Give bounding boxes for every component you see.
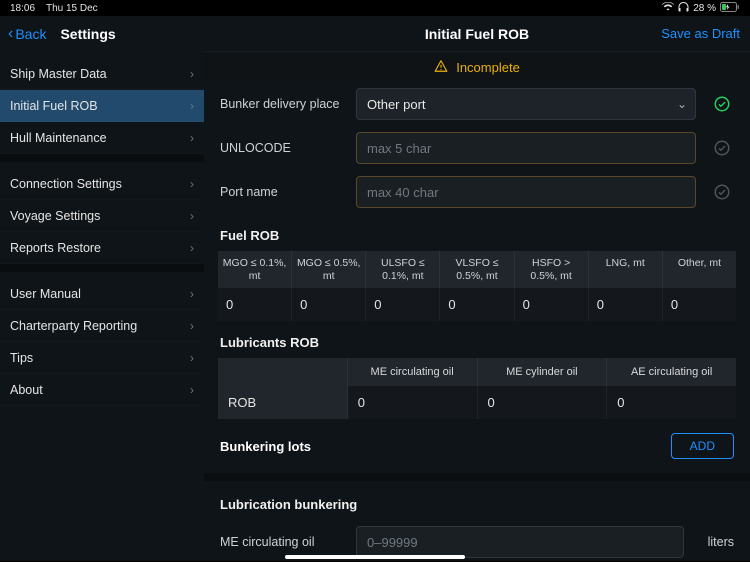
sidebar-item-label: Voyage Settings <box>10 209 100 223</box>
lub-col-header: ME circulating oil <box>348 358 478 386</box>
battery-percent: 28 % <box>693 3 716 14</box>
portname-label: Port name <box>220 185 342 199</box>
status-text: Incomplete <box>456 60 520 75</box>
bunker-place-value: Other port <box>367 97 426 112</box>
fuel-cell[interactable]: 0 <box>366 288 440 321</box>
lub-cell[interactable]: 0 <box>348 386 478 419</box>
empty-check-icon <box>710 139 734 157</box>
me-circ-oil-unit: liters <box>708 535 734 549</box>
me-circ-oil-placeholder: 0–99999 <box>367 535 418 550</box>
sidebar-item-charterparty-reporting[interactable]: Charterparty Reporting › <box>0 310 204 342</box>
chevron-right-icon: › <box>190 383 194 397</box>
sidebar-item-label: About <box>10 383 43 397</box>
fuel-cell[interactable]: 0 <box>589 288 663 321</box>
warning-icon <box>434 59 448 76</box>
fuel-cell[interactable]: 0 <box>292 288 366 321</box>
fuel-col-header: Other, mt <box>663 251 736 288</box>
sidebar-item-label: Reports Restore <box>10 241 101 255</box>
fuel-cell[interactable]: 0 <box>515 288 589 321</box>
lub-empty-header <box>218 358 348 386</box>
chevron-down-icon: ⌄ <box>677 97 687 111</box>
sidebar-item-label: Hull Maintenance <box>10 131 107 145</box>
sidebar-item-initial-fuel-rob[interactable]: Initial Fuel ROB › <box>0 90 204 122</box>
unlocode-placeholder: max 5 char <box>367 141 431 156</box>
bunker-place-label: Bunker delivery place <box>220 97 342 111</box>
chevron-right-icon: › <box>190 177 194 191</box>
sidebar-item-voyage-settings[interactable]: Voyage Settings › <box>0 200 204 232</box>
sidebar: ‹ Back Settings Ship Master Data › Initi… <box>0 16 204 561</box>
fuel-cell[interactable]: 0 <box>663 288 736 321</box>
sidebar-item-label: Initial Fuel ROB <box>10 99 98 113</box>
chevron-left-icon: ‹ <box>8 26 13 42</box>
lubricants-heading: Lubricants ROB <box>204 321 750 358</box>
sidebar-item-label: Tips <box>10 351 33 365</box>
lub-cell[interactable]: 0 <box>478 386 608 419</box>
sidebar-item-hull-maintenance[interactable]: Hull Maintenance › <box>0 122 204 154</box>
chevron-right-icon: › <box>190 319 194 333</box>
fuel-col-header: ULSFO ≤ 0.1%, mt <box>366 251 440 288</box>
lubrication-bunkering-heading: Lubrication bunkering <box>204 487 750 520</box>
portname-placeholder: max 40 char <box>367 185 439 200</box>
fuel-col-header: VLSFO ≤ 0.5%, mt <box>440 251 514 288</box>
main-panel: Initial Fuel ROB Save as Draft Incomplet… <box>204 16 750 561</box>
sidebar-title: Settings <box>60 26 115 42</box>
fuel-cell[interactable]: 0 <box>218 288 292 321</box>
chevron-right-icon: › <box>190 99 194 113</box>
back-label: Back <box>15 26 46 42</box>
add-bunkering-lot-button[interactable]: ADD <box>671 433 734 459</box>
sidebar-item-label: Ship Master Data <box>10 67 107 81</box>
sidebar-item-about[interactable]: About › <box>0 374 204 406</box>
sidebar-item-tips[interactable]: Tips › <box>0 342 204 374</box>
sidebar-item-reports-restore[interactable]: Reports Restore › <box>0 232 204 264</box>
status-banner: Incomplete <box>204 52 750 82</box>
unlocode-label: UNLOCODE <box>220 141 342 155</box>
lub-row-label: ROB <box>218 386 348 419</box>
fuel-rob-heading: Fuel ROB <box>204 214 750 251</box>
chevron-right-icon: › <box>190 351 194 365</box>
page-title: Initial Fuel ROB <box>425 26 529 42</box>
me-circ-oil-label: ME circulating oil <box>220 535 342 549</box>
me-circ-oil-input[interactable]: 0–99999 <box>356 526 684 558</box>
unlocode-input[interactable]: max 5 char <box>356 132 696 164</box>
empty-check-icon <box>710 183 734 201</box>
wifi-icon <box>662 2 674 14</box>
battery-icon <box>720 2 740 15</box>
lub-col-header: AE circulating oil <box>607 358 736 386</box>
bunkering-lots-heading: Bunkering lots <box>220 439 311 454</box>
fuel-col-header: MGO ≤ 0.1%, mt <box>218 251 292 288</box>
chevron-right-icon: › <box>190 287 194 301</box>
fuel-col-header: HSFO > 0.5%, mt <box>515 251 589 288</box>
headphones-icon <box>678 2 689 15</box>
bunker-place-select[interactable]: Other port ⌄ <box>356 88 696 120</box>
portname-input[interactable]: max 40 char <box>356 176 696 208</box>
sidebar-item-label: User Manual <box>10 287 81 301</box>
lub-col-header: ME cylinder oil <box>478 358 608 386</box>
sidebar-item-label: Connection Settings <box>10 177 122 191</box>
save-draft-button[interactable]: Save as Draft <box>661 26 740 41</box>
lubricants-table: ME circulating oil ME cylinder oil AE ci… <box>218 358 736 419</box>
fuel-cell[interactable]: 0 <box>440 288 514 321</box>
fuel-col-header: MGO ≤ 0.5%, mt <box>292 251 366 288</box>
back-button[interactable]: ‹ Back <box>8 26 46 42</box>
ios-status-bar: 18:06 Thu 15 Dec 28 % <box>0 0 750 16</box>
chevron-right-icon: › <box>190 209 194 223</box>
status-date: Thu 15 Dec <box>46 3 98 14</box>
valid-check-icon <box>710 95 734 113</box>
home-indicator[interactable] <box>285 555 465 559</box>
sidebar-item-connection-settings[interactable]: Connection Settings › <box>0 168 204 200</box>
fuel-rob-table: MGO ≤ 0.1%, mt MGO ≤ 0.5%, mt ULSFO ≤ 0.… <box>218 251 736 321</box>
lub-cell[interactable]: 0 <box>607 386 736 419</box>
chevron-right-icon: › <box>190 67 194 81</box>
sidebar-item-ship-master-data[interactable]: Ship Master Data › <box>0 58 204 90</box>
sidebar-item-user-manual[interactable]: User Manual › <box>0 278 204 310</box>
chevron-right-icon: › <box>190 241 194 255</box>
fuel-col-header: LNG, mt <box>589 251 663 288</box>
chevron-right-icon: › <box>190 131 194 145</box>
status-time: 18:06 <box>10 3 35 14</box>
sidebar-item-label: Charterparty Reporting <box>10 319 137 333</box>
